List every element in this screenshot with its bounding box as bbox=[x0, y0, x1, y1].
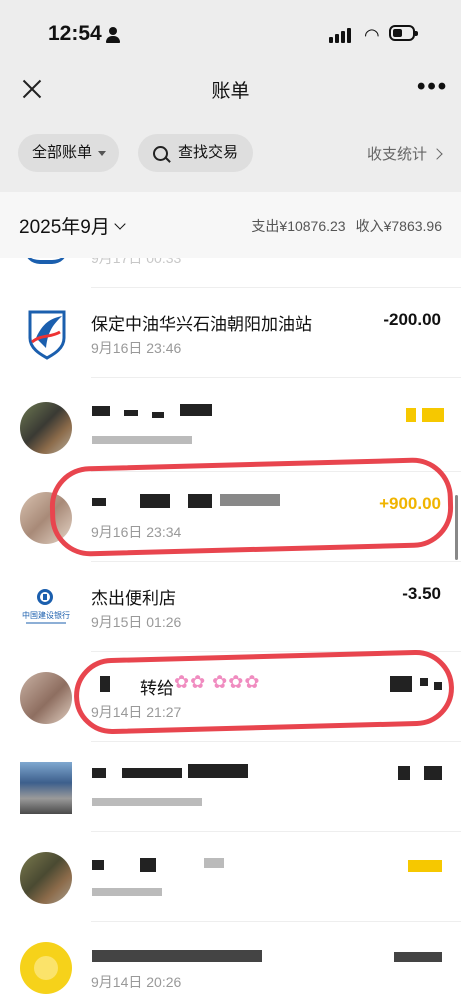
filter-bar: 全部账单 查找交易 收支统计 bbox=[0, 114, 461, 192]
transaction-date: 9月14日 21:27 bbox=[91, 704, 182, 720]
user-icon bbox=[106, 27, 120, 43]
redacted-name bbox=[92, 860, 104, 870]
redacted-name bbox=[92, 498, 106, 506]
redacted-name bbox=[92, 950, 262, 962]
transaction-date: 9月15日 01:26 bbox=[91, 614, 182, 630]
search-label: 查找交易 bbox=[178, 144, 239, 161]
redacted-block bbox=[152, 412, 164, 418]
status-bar: 12:54 ◠ bbox=[0, 0, 461, 66]
list-item[interactable] bbox=[0, 742, 461, 832]
status-time: 12:54 bbox=[48, 22, 102, 45]
transaction-name: 杰出便利店 bbox=[91, 589, 176, 608]
all-bills-dropdown[interactable]: 全部账单 bbox=[18, 134, 119, 172]
wifi-icon: ◠ bbox=[364, 25, 380, 45]
redacted-block bbox=[124, 410, 138, 416]
redacted-amount bbox=[408, 860, 442, 872]
month-summary: 支出¥10876.23 收入¥7863.96 bbox=[251, 216, 442, 236]
avatar bbox=[20, 492, 72, 544]
redacted-block bbox=[140, 494, 170, 508]
stats-label: 收支统计 bbox=[366, 146, 427, 163]
month-expense: 支出¥10876.23 bbox=[251, 218, 346, 234]
all-bills-label: 全部账单 bbox=[32, 144, 93, 161]
transaction-name: 保定中油华兴石油朝阳加油站 bbox=[91, 315, 312, 334]
redacted-block bbox=[434, 682, 442, 690]
list-item[interactable]: 保定中油华兴石油朝阳加油站 9月16日 23:46 -200.00 bbox=[0, 288, 461, 378]
coin-icon bbox=[20, 942, 72, 994]
avatar bbox=[20, 852, 72, 904]
redacted-block bbox=[422, 408, 444, 422]
redacted-amount bbox=[406, 408, 416, 422]
month-header: 2025年9月 支出¥10876.23 收入¥7863.96 bbox=[0, 192, 461, 258]
list-item[interactable]: 中国建设银行 杰出便利店 9月15日 01:26 -3.50 bbox=[0, 562, 461, 652]
search-transactions-button[interactable]: 查找交易 bbox=[138, 134, 253, 172]
month-selector[interactable]: 2025年9月 bbox=[19, 212, 126, 239]
redacted-block bbox=[100, 676, 110, 692]
search-icon bbox=[153, 146, 168, 161]
redacted-date bbox=[92, 888, 162, 896]
avatar bbox=[20, 762, 72, 814]
transaction-date: 9月14日 20:26 bbox=[91, 974, 182, 990]
list-item[interactable]: 9月16日 23:34 +900.00 bbox=[0, 472, 461, 562]
redacted-amount bbox=[390, 676, 412, 692]
transaction-list[interactable]: 9月17日 00:33 保定中油华兴石油朝阳加油站 9月16日 23:46 -2… bbox=[0, 258, 461, 1000]
redacted-date bbox=[92, 798, 202, 806]
month-income: 收入¥7863.96 bbox=[355, 218, 442, 234]
ccb-logo-text: 中国建设银行 bbox=[22, 611, 70, 620]
redacted-name bbox=[92, 406, 110, 416]
list-item[interactable]: 9月14日 20:26 bbox=[0, 922, 461, 1000]
scrollbar[interactable] bbox=[455, 495, 458, 560]
redacted-block bbox=[188, 494, 212, 508]
redacted-block bbox=[122, 768, 182, 778]
merchant-logo-icon bbox=[20, 258, 72, 270]
redacted-amount bbox=[398, 766, 410, 780]
flower-emoji-icon: ✿✿ ✿✿✿ bbox=[174, 672, 261, 692]
redacted-block bbox=[420, 678, 428, 686]
caret-down-icon bbox=[98, 151, 106, 156]
list-item[interactable]: 9月17日 00:33 bbox=[0, 258, 461, 288]
redacted-name bbox=[92, 768, 106, 778]
redacted-amount bbox=[394, 952, 442, 962]
redacted-block bbox=[188, 764, 248, 778]
list-item[interactable] bbox=[0, 832, 461, 922]
redacted-date bbox=[92, 436, 192, 444]
month-label: 2025年9月 bbox=[19, 217, 110, 238]
list-item[interactable] bbox=[0, 382, 461, 472]
avatar bbox=[20, 672, 72, 724]
transaction-date: 9月17日 00:33 bbox=[91, 258, 182, 266]
transaction-date: 9月16日 23:46 bbox=[91, 340, 182, 356]
transaction-amount: -200.00 bbox=[383, 310, 441, 329]
page-title: 账单 bbox=[211, 81, 250, 102]
redacted-block bbox=[220, 494, 280, 506]
petrochina-logo-icon bbox=[20, 308, 72, 360]
chevron-down-icon bbox=[114, 218, 126, 230]
redacted-block bbox=[140, 858, 156, 872]
nav-bar: 账单 ••• bbox=[0, 66, 461, 114]
list-item[interactable]: 转给 ✿✿ ✿✿✿ 9月14日 21:27 bbox=[0, 652, 461, 742]
transaction-date: 9月16日 23:34 bbox=[91, 524, 182, 540]
divider bbox=[91, 377, 461, 378]
redacted-block bbox=[180, 404, 212, 416]
transaction-amount: +900.00 bbox=[379, 494, 441, 513]
avatar bbox=[20, 402, 72, 454]
chevron-right-icon bbox=[431, 148, 443, 160]
transaction-amount: -3.50 bbox=[402, 584, 441, 603]
ccb-logo-icon: 中国建设银行 bbox=[20, 582, 72, 634]
transaction-name: 转给 bbox=[140, 679, 174, 698]
battery-icon bbox=[389, 25, 418, 41]
redacted-block bbox=[424, 766, 442, 780]
stats-link[interactable]: 收支统计 bbox=[366, 143, 443, 164]
more-icon[interactable]: ••• bbox=[417, 75, 448, 99]
signal-icon bbox=[329, 27, 353, 43]
redacted-block bbox=[204, 858, 224, 868]
